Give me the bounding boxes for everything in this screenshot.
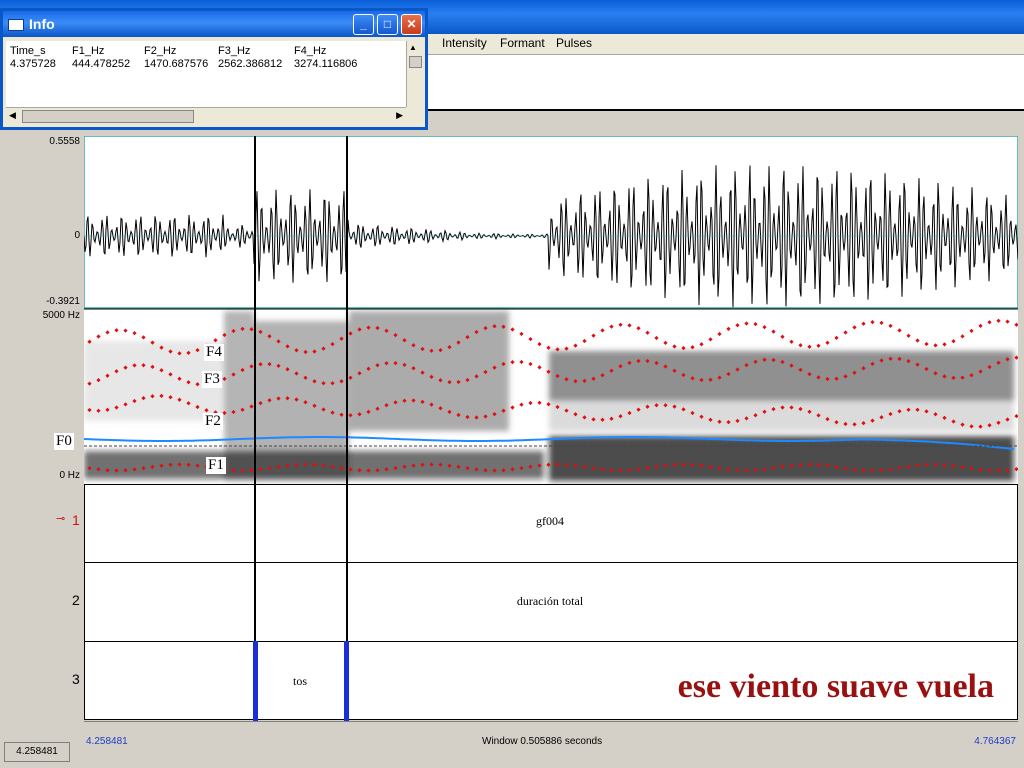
tier-3-boundary-left[interactable] [253,641,258,722]
close-button[interactable]: ✕ [401,14,422,35]
time-bar[interactable]: 4.258481 Window 0.505886 seconds 4.76436… [84,721,1018,762]
info-header-time: Time_s [10,45,46,57]
window-end-time: 4.764367 [974,736,1016,747]
tier-1-pointer-icon: ⊸ [56,513,66,525]
tier-separator [84,562,1018,563]
minimize-button[interactable]: _ [353,14,374,35]
info-header-f2: F2_Hz [144,45,177,57]
scroll-right-arrow-icon[interactable]: ▶ [396,110,403,121]
window-start-time: 4.258481 [86,736,128,747]
window-duration-text: Window 0.505886 seconds [482,736,603,747]
info-header-f1: F1_Hz [72,45,105,57]
scroll-up-arrow-icon[interactable]: ▲ [409,43,417,52]
tier-3-number[interactable]: 3 [72,671,80,687]
status-time-box: 4.258481 [4,742,70,762]
formant-label-f1: F1 [206,457,226,474]
info-header-f3: F3_Hz [218,45,251,57]
horizontal-scrollbar[interactable]: ◀ ▶ [6,107,406,124]
tier-separator [84,641,1018,642]
info-value-time: 4.375728 [10,58,56,70]
waveform-min-label: -0.3921 [46,296,80,307]
info-value-f2: 1470.687576 [144,58,209,70]
vertical-scrollbar[interactable]: ▲ [406,41,423,107]
tier-1-interval-text[interactable]: gf004 [490,514,610,529]
tier-1-number[interactable]: 1 [72,512,80,528]
menu-intensity[interactable]: Intensity [442,36,487,50]
menu-pulses[interactable]: Pulses [556,36,592,50]
scrollbar-thumb[interactable] [409,56,422,68]
info-window[interactable]: Info _ □ ✕ Time_s F1_Hz F2_Hz F3_Hz F4_H… [0,8,428,130]
info-header-f4: F4_Hz [294,45,327,57]
waveform-zero-label: 0 [74,230,80,241]
caption-text: ese viento suave vuela [677,668,994,705]
tier-2-interval-text[interactable]: duración total [480,594,620,609]
spectrogram-top-label: 5000 Hz [42,310,80,321]
maximize-button[interactable]: □ [377,14,398,35]
formant-label-f4: F4 [204,344,224,361]
signal-display[interactable] [84,136,1018,484]
f0-label: F0 [54,433,74,450]
scroll-left-arrow-icon[interactable]: ◀ [9,110,16,121]
tier-3-boundary-right[interactable] [344,641,349,722]
selection-start-line[interactable] [254,136,256,722]
window-icon [8,19,24,31]
spectrogram-bottom-label: 0 Hz [59,470,80,481]
tier-3-interval-text[interactable]: tos [270,674,330,689]
info-text-area[interactable]: Time_s F1_Hz F2_Hz F3_Hz F4_Hz 4.375728 … [6,41,406,107]
formant-label-f3: F3 [202,371,222,388]
info-title: Info [29,16,55,32]
info-value-f3: 2562.386812 [218,58,283,70]
info-titlebar[interactable]: Info _ □ ✕ [3,11,425,37]
formant-label-f2: F2 [203,413,223,430]
scrollbar-thumb[interactable] [22,110,194,123]
info-value-f4: 3274.116806 [294,58,358,70]
menu-formant[interactable]: Formant [500,36,545,50]
selection-end-line[interactable] [346,136,348,722]
tier-2-number[interactable]: 2 [72,592,80,608]
waveform-max-label: 0.5558 [49,136,80,147]
info-value-f1: 444.478252 [72,58,131,70]
